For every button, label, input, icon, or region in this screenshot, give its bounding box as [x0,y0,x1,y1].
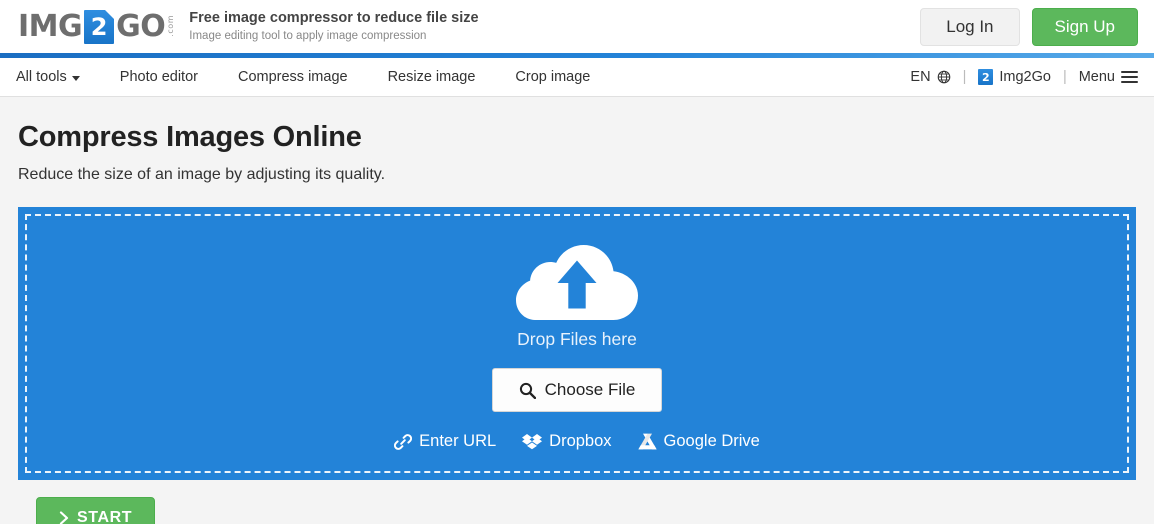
nav-item-crop-image[interactable]: Crop image [495,69,610,85]
tagline-secondary: Image editing tool to apply image compre… [189,30,427,43]
nav-item-label: Resize image [387,69,476,85]
link-icon [394,433,413,450]
nav-utilities: EN | 2 Img2Go | Menu [910,69,1138,85]
nav-item-photo-editor[interactable]: Photo editor [100,69,218,85]
dropbox-icon [522,433,543,449]
source-label: Dropbox [549,432,612,450]
start-label: START [77,509,133,524]
logo-badge-digit: 2 [90,13,108,41]
language-label: EN [910,69,931,85]
source-label: Google Drive [663,432,760,450]
cloud-upload-icon [516,245,638,320]
account-menu[interactable]: 2 Img2Go [978,69,1051,85]
nav-item-label: All tools [16,69,67,85]
hamburger-icon [1121,71,1138,83]
chevron-down-icon [71,75,80,81]
main-content: Compress Images Online Reduce the size o… [0,121,1154,524]
logo-badge-icon: 2 [84,9,115,44]
site-header: IMG 2 GO .com Free image compressor to r… [0,0,1154,53]
site-tagline: Free image compressor to reduce file siz… [189,9,478,44]
logo-text-go: GO [116,8,166,44]
logo-text-img: IMG [18,8,83,44]
nav-item-compress-image[interactable]: Compress image [218,69,368,85]
header-actions: Log In Sign Up [920,7,1138,46]
nav-item-all-tools[interactable]: All tools [0,69,100,85]
img2go-favicon-icon: 2 [978,69,994,85]
start-button[interactable]: START [36,497,156,524]
signup-button[interactable]: Sign Up [1031,7,1138,46]
file-dropzone[interactable]: Drop Files here Choose File Enter URL Dr… [18,207,1136,480]
nav-separator: | [1062,69,1067,85]
google-drive-button[interactable]: Google Drive [637,432,760,451]
nav-item-resize-image[interactable]: Resize image [368,69,496,85]
nav-links: All tools Photo editor Compress image Re… [0,69,610,85]
tagline-primary: Free image compressor to reduce file siz… [189,10,479,27]
chevron-right-icon [59,511,69,524]
site-logo[interactable]: IMG 2 GO .com [18,9,175,45]
language-selector[interactable]: EN [910,69,950,85]
dropzone-label: Drop Files here [517,329,637,349]
page-subtitle: Reduce the size of an image by adjusting… [18,166,386,183]
logo-dotcom: .com [166,14,176,37]
search-icon [519,382,536,399]
dropbox-button[interactable]: Dropbox [522,432,612,451]
google-drive-icon [637,433,657,450]
nav-item-label: Compress image [237,69,348,85]
upload-sources: Enter URL Dropbox Google Drive [394,432,760,451]
login-button[interactable]: Log In [920,7,1020,46]
nav-separator: | [962,69,967,85]
nav-item-label: Crop image [515,69,591,85]
account-label: Img2Go [999,69,1051,85]
menu-label: Menu [1078,69,1115,85]
enter-url-button[interactable]: Enter URL [394,432,496,451]
nav-item-label: Photo editor [119,69,198,85]
menu-button[interactable]: Menu [1079,69,1138,85]
source-label: Enter URL [419,432,497,450]
page-title: Compress Images Online [18,121,362,153]
choose-file-button[interactable]: Choose File [491,368,663,412]
primary-navigation: All tools Photo editor Compress image Re… [0,58,1154,97]
choose-file-label: Choose File [544,380,636,399]
globe-icon [937,70,950,84]
